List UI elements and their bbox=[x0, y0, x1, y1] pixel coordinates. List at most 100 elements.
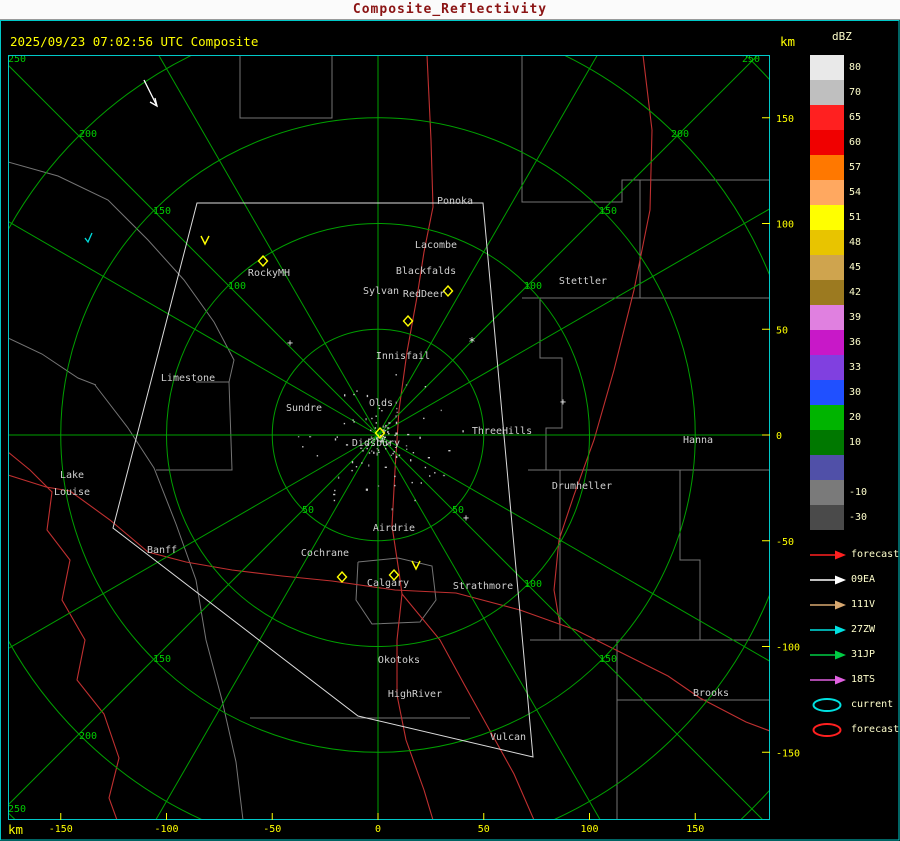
ring-label: 100 bbox=[524, 281, 542, 292]
dbz-swatch bbox=[810, 355, 844, 380]
point-marker-plus-icon: + bbox=[463, 513, 469, 524]
county-boundary bbox=[9, 337, 97, 386]
dbz-value: 36 bbox=[849, 337, 862, 348]
storm-marker-diamond-icon bbox=[402, 314, 414, 328]
clutter-dot bbox=[394, 475, 396, 478]
clutter-dot bbox=[395, 432, 398, 435]
clutter-dot bbox=[378, 451, 380, 453]
dbz-swatch bbox=[810, 155, 844, 180]
ring-label: 150 bbox=[599, 206, 617, 217]
ring-label: 50 bbox=[302, 505, 314, 516]
track-arrow-icon bbox=[808, 597, 848, 613]
clutter-dot bbox=[395, 415, 397, 418]
bottom-axis-label: 150 bbox=[686, 824, 704, 835]
clutter-dot bbox=[398, 454, 401, 456]
clutter-dot bbox=[383, 429, 386, 431]
track-label: 111V bbox=[851, 599, 876, 610]
dbz-scale: 80 70 65 60 57 54 51 48 45 42 39 36 33 30 20 10 -10 -30 bbox=[806, 55, 900, 530]
clutter-dot bbox=[440, 409, 442, 412]
right-axis-label: 0 bbox=[776, 431, 782, 442]
right-axis-label: -150 bbox=[776, 748, 800, 759]
legend-panel: dBZ 80 70 65 60 57 54 51 48 45 42 39 36 33 30 20 10 -10 -… bbox=[806, 30, 900, 742]
highway-line bbox=[9, 452, 120, 819]
clutter-dot bbox=[406, 448, 408, 450]
dbz-value: 33 bbox=[849, 362, 862, 373]
clutter-dot bbox=[442, 474, 446, 477]
clutter-dot bbox=[375, 422, 377, 424]
azimuth-line bbox=[377, 434, 763, 819]
clutter-dot bbox=[391, 508, 393, 511]
window-title: Composite_Reflectivity bbox=[0, 0, 900, 20]
right-axis-label: -100 bbox=[776, 643, 800, 654]
track-legend-item: 09EA bbox=[806, 567, 900, 592]
track-legend-item: 31JP bbox=[806, 642, 900, 667]
dbz-scale-row: 48 bbox=[806, 230, 900, 255]
clutter-dot bbox=[343, 422, 346, 425]
clutter-dot bbox=[365, 488, 368, 491]
clutter-dot bbox=[462, 430, 464, 433]
dbz-value: -10 bbox=[849, 487, 868, 498]
county-boundary bbox=[9, 161, 235, 383]
clutter-dot bbox=[385, 424, 387, 427]
track-arrow-icon bbox=[808, 672, 848, 688]
clutter-dot bbox=[334, 438, 337, 441]
clutter-dot bbox=[353, 393, 355, 396]
clutter-dot bbox=[302, 446, 304, 448]
dbz-value: 10 bbox=[849, 437, 862, 448]
city-label: Vulcan bbox=[490, 732, 526, 743]
clutter-dot bbox=[381, 410, 383, 412]
dbz-scale-row: 42 bbox=[806, 280, 900, 305]
dbz-scale-row: 36 bbox=[806, 330, 900, 355]
ring-label: 200 bbox=[671, 129, 689, 140]
clutter-dot bbox=[410, 459, 412, 462]
dbz-swatch bbox=[810, 430, 844, 455]
dbz-swatch bbox=[810, 280, 844, 305]
azimuth-line bbox=[377, 56, 598, 436]
city-label: Louise bbox=[54, 487, 90, 498]
clutter-dot bbox=[375, 415, 377, 417]
clutter-dot bbox=[376, 452, 378, 454]
dbz-scale-row: 60 bbox=[806, 130, 900, 155]
bottom-axis-label: -100 bbox=[154, 824, 178, 835]
clutter-dot bbox=[396, 411, 398, 414]
clutter-dot bbox=[384, 426, 387, 428]
radar-window: Composite_Reflectivity 2025/09/23 07:02:… bbox=[0, 0, 900, 841]
highway-line bbox=[401, 593, 535, 819]
radar-map: 2025/09/23 07:02:56 UTC Composite km km … bbox=[0, 20, 900, 841]
clutter-dot bbox=[387, 427, 390, 429]
right-axis-label: 100 bbox=[776, 220, 794, 231]
city-label: Didsbury bbox=[352, 438, 400, 449]
city-label: Lake bbox=[60, 470, 84, 481]
city-label: Banff bbox=[147, 545, 177, 556]
dbz-value: 45 bbox=[849, 262, 862, 273]
track-label: 09EA bbox=[851, 574, 876, 585]
dbz-value: -30 bbox=[849, 512, 868, 523]
clutter-dot bbox=[351, 469, 353, 472]
dbz-swatch bbox=[810, 305, 844, 330]
track-ellipse-icon bbox=[808, 697, 848, 713]
dbz-swatch bbox=[810, 55, 844, 80]
dbz-value: 80 bbox=[849, 62, 862, 73]
bottom-axis-label: 100 bbox=[580, 824, 598, 835]
dbz-scale-title: dBZ bbox=[832, 30, 852, 43]
track-arrow-icon bbox=[808, 622, 848, 638]
dbz-value: 54 bbox=[849, 187, 862, 198]
city-label: Ponoka bbox=[437, 196, 473, 207]
clutter-dot bbox=[395, 455, 398, 458]
dbz-scale-row: 20 bbox=[806, 405, 900, 430]
city-label: Airdrie bbox=[373, 523, 415, 534]
city-label: RedDeer bbox=[403, 289, 445, 300]
clutter-dot bbox=[407, 433, 410, 436]
timestamp: 2025/09/23 07:02:56 UTC Composite bbox=[10, 34, 258, 49]
storm-marker-vee-icon bbox=[200, 235, 210, 246]
clutter-dot bbox=[365, 418, 367, 421]
city-label: Stettler bbox=[559, 276, 607, 287]
ring-label: 100 bbox=[228, 281, 246, 292]
azimuth-line bbox=[377, 56, 758, 436]
track-ellipse-icon bbox=[808, 722, 848, 738]
clutter-dot bbox=[374, 427, 377, 429]
dbz-scale-row: 51 bbox=[806, 205, 900, 230]
dbz-value: 20 bbox=[849, 412, 862, 423]
ring-label: 250 bbox=[8, 804, 26, 815]
clutter-dot bbox=[393, 451, 395, 453]
